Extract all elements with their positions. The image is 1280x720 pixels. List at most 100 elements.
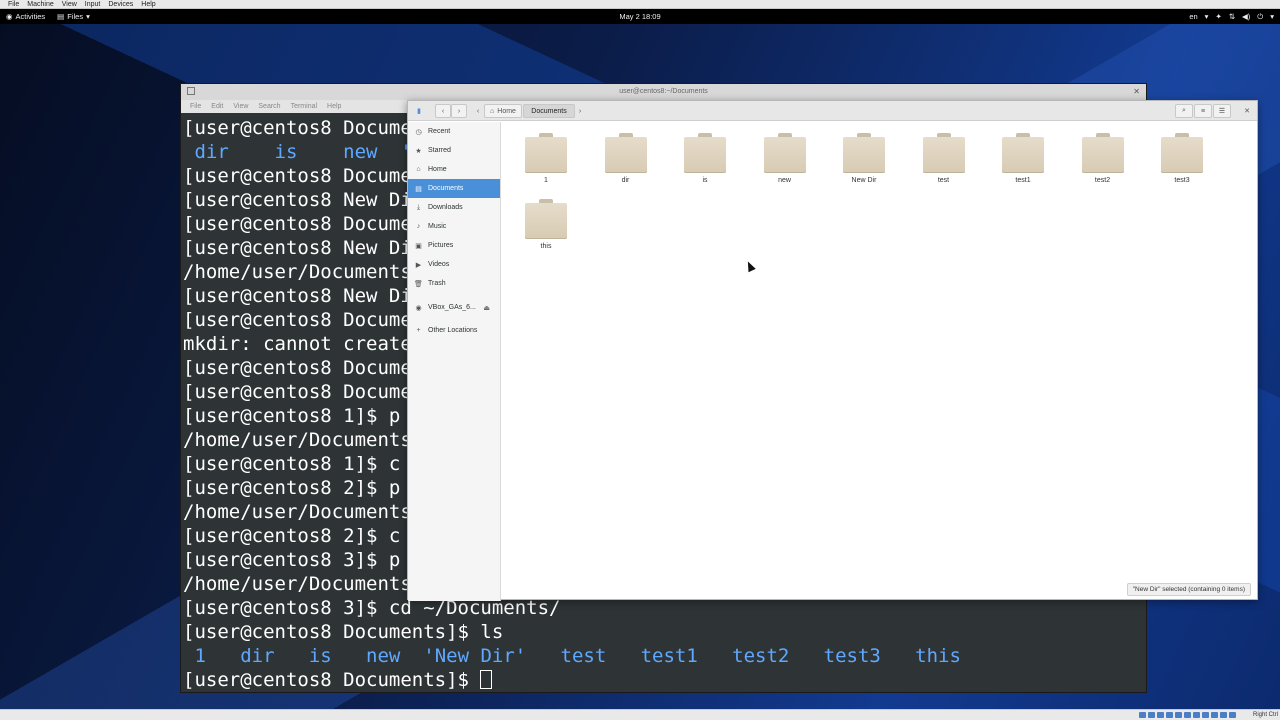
files-view[interactable]: "New Dir" selected (containing 0 items) … (502, 122, 1257, 599)
vbox-device-icon[interactable] (1157, 712, 1164, 718)
folder-item[interactable]: test2 (1071, 133, 1135, 184)
keyboard-layout[interactable]: en (1189, 12, 1197, 21)
terminal-menu-view[interactable]: View (228, 103, 253, 110)
ls-entry: test2 (697, 645, 790, 667)
chevron-left-icon: ‹ (441, 107, 445, 115)
vbox-device-icon[interactable] (1139, 712, 1146, 718)
terminal-menu-help[interactable]: Help (322, 103, 346, 110)
chevron-down-icon: ▾ (1270, 12, 1274, 21)
terminal-prompt-line: [user@centos8 Documents]$ (183, 668, 1146, 692)
terminal-menu-edit[interactable]: Edit (206, 103, 228, 110)
folder-body (604, 137, 647, 173)
folder-item[interactable]: is (673, 133, 737, 184)
folder-body (525, 137, 567, 173)
sidebar-item-documents[interactable]: ▤ Documents (408, 179, 500, 198)
status-overlay: "New Dir" selected (containing 0 items) (1126, 583, 1251, 596)
hamburger-icon: ☰ (1218, 108, 1226, 115)
terminal-menu-terminal[interactable]: Terminal (286, 103, 322, 110)
vbox-device-icon[interactable] (1202, 712, 1209, 718)
folder-icon (1081, 133, 1124, 173)
sidebar-item-label: Pictures (428, 242, 454, 249)
list-view-icon: ≡ (1200, 107, 1206, 115)
vbox-device-icon[interactable] (1166, 712, 1173, 718)
folder-item[interactable]: test1 (991, 133, 1055, 184)
folder-name: dir (621, 177, 630, 184)
sidebar-item-label: Trash (428, 280, 446, 287)
sidebar-item-starred[interactable]: ★ Starred (408, 141, 500, 160)
folder-name: test2 (1094, 177, 1111, 184)
disc-icon: ◉ (415, 304, 422, 312)
vbox-menu-file[interactable]: File (4, 0, 23, 9)
search-button[interactable]: ⌕ (1175, 104, 1193, 118)
folder-name: this (540, 243, 552, 250)
sidebar-item-home[interactable]: ⌂ Home (408, 160, 500, 179)
vbox-menu-help[interactable]: Help (137, 0, 159, 9)
sidebar-item-label: Home (428, 166, 447, 173)
sidebar-item-videos[interactable]: ▶ Videos (408, 255, 500, 274)
clock[interactable]: May 2 18:09 (619, 12, 660, 21)
terminal-cursor (480, 670, 493, 689)
ls-entry: test1 (606, 645, 698, 667)
terminal-menu-search[interactable]: Search (253, 103, 285, 110)
clock-container: May 2 18:09 (0, 12, 1280, 21)
terminal-titlebar[interactable]: user@centos8:~/Documents ✕ (181, 84, 1146, 100)
vbox-device-icon[interactable] (1229, 712, 1236, 718)
sidebar-item-recent[interactable]: ◷ Recent (408, 122, 500, 141)
sidebar-item-trash[interactable]: 🗑 Trash (408, 274, 500, 293)
vbox-device-icon[interactable] (1211, 712, 1218, 718)
close-button[interactable]: ✕ (1240, 104, 1254, 118)
activities-button[interactable]: ◉ Activities (0, 12, 51, 21)
vbox-device-icon[interactable] (1148, 712, 1155, 718)
app-menu[interactable]: ▤ Files ▾ (51, 12, 96, 21)
vbox-menu-machine[interactable]: Machine (23, 0, 57, 9)
folder-item[interactable]: test (912, 133, 976, 184)
close-icon[interactable]: ✕ (1133, 87, 1140, 96)
sidebar-item-other-locations[interactable]: + Other Locations (408, 321, 500, 340)
network-icon[interactable]: ⇅ (1229, 12, 1235, 21)
breadcrumb-documents[interactable]: Documents (523, 104, 575, 118)
clock-icon: ◷ (415, 128, 422, 136)
folder-item[interactable]: 1 (514, 133, 578, 184)
terminal-prompt: [user@centos8 Documents]$ (183, 669, 481, 691)
vbox-device-icon[interactable] (1184, 712, 1191, 718)
folder-icon (922, 133, 965, 173)
folder-item[interactable]: test3 (1150, 133, 1214, 184)
vbox-device-icon[interactable] (1220, 712, 1227, 718)
system-tray[interactable]: en ▾ ✦ ⇅ ◀) ⏻ ▾ (1189, 9, 1274, 24)
sidebar-item-music[interactable]: ♪ Music (408, 217, 500, 236)
chevron-down-icon: ▾ (1204, 12, 1209, 21)
vbox-menu-devices[interactable]: Devices (104, 0, 137, 9)
vbox-device-icons[interactable] (1139, 712, 1236, 718)
folder-item[interactable]: New Dir (832, 133, 896, 184)
accessibility-icon[interactable]: ✦ (1215, 12, 1221, 21)
folder-body (843, 137, 885, 173)
volume-icon[interactable]: ◀) (1242, 12, 1250, 21)
home-icon: ⌂ (416, 166, 421, 173)
folder-body (1161, 137, 1203, 173)
folder-name: test3 (1174, 177, 1190, 184)
folder-item[interactable]: this (514, 199, 578, 250)
sidebar-item-vbox-gas-6[interactable]: ◉ VBox_GAs_6... ⏏ (408, 298, 500, 317)
folder-icon (604, 133, 647, 173)
back-button[interactable]: ‹ (435, 104, 451, 118)
path-scroll-right[interactable]: › (575, 104, 585, 118)
vbox-device-icon[interactable] (1175, 712, 1182, 718)
terminal-menu-file[interactable]: File (185, 103, 206, 110)
vbox-menu-view[interactable]: View (58, 0, 81, 9)
sidebar-item-pictures[interactable]: ▣ Pictures (408, 236, 500, 255)
power-icon[interactable]: ⏻ (1257, 12, 1263, 22)
sidebar-item-downloads[interactable]: ⤓ Downloads (408, 198, 500, 217)
view-toggle-button[interactable]: ≡ (1194, 104, 1212, 118)
sidebar-toggle-icon[interactable]: ▮ (412, 104, 426, 118)
menu-button[interactable]: ☰ (1213, 104, 1231, 118)
files-window[interactable]: ▮ ‹ › ‹ ⌂ Home Documents › ⌕ ≡ ☰ ✕ ◷ Rece… (407, 100, 1258, 601)
forward-button[interactable]: › (451, 104, 467, 118)
folder-item[interactable]: new (753, 133, 817, 184)
vbox-menu-input[interactable]: Input (81, 0, 105, 9)
breadcrumb-home[interactable]: ⌂ Home (484, 104, 522, 118)
eject-icon[interactable]: ⏏ (483, 304, 490, 312)
folder-name: test (937, 177, 950, 184)
folder-item[interactable]: dir (594, 133, 658, 184)
vbox-device-icon[interactable] (1193, 712, 1200, 718)
path-scroll-left[interactable]: ‹ (473, 104, 483, 118)
